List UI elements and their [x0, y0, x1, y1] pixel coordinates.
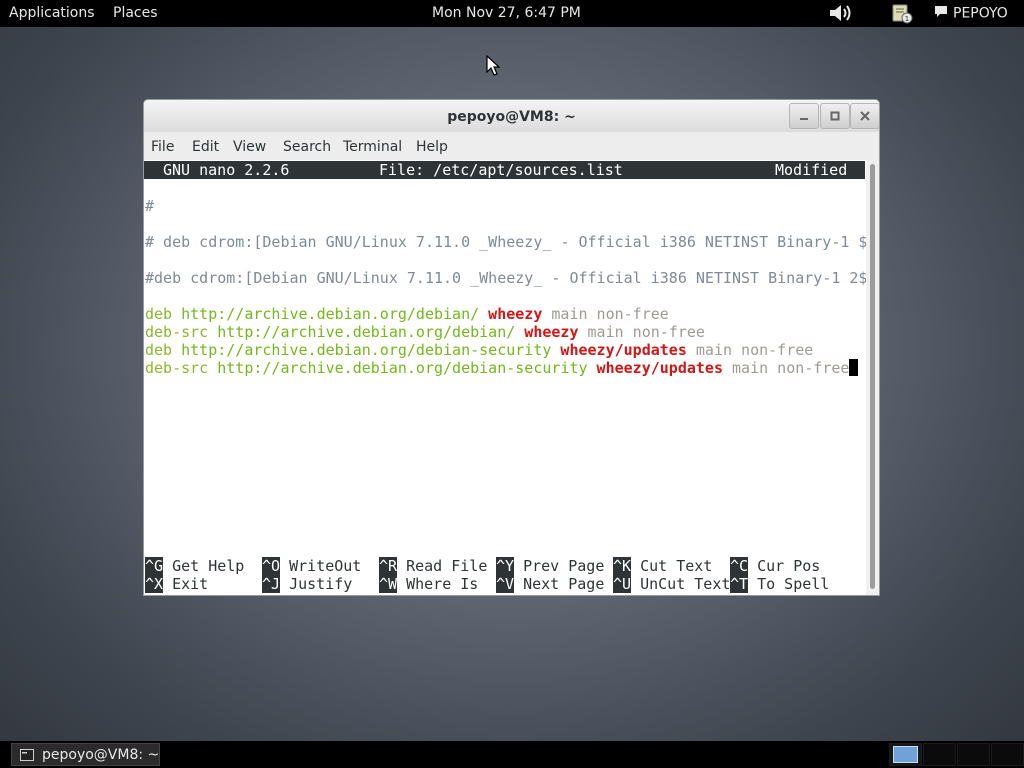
applications-menu[interactable]: Applications — [9, 5, 95, 21]
terminal-icon — [20, 749, 34, 765]
workspace-window-preview — [893, 746, 918, 763]
source-dist: wheezy/updates — [560, 341, 687, 359]
notification-icon[interactable]: 1 — [891, 4, 913, 24]
nano-version: GNU nano 2.2.6 — [163, 161, 290, 179]
workspace-3[interactable] — [957, 743, 990, 766]
text-cursor — [849, 359, 859, 376]
comment-line: # deb cdrom:[Debian GNU/Linux 7.11.0 _Wh… — [145, 233, 868, 251]
workspace-4[interactable] — [991, 743, 1024, 766]
chat-icon — [934, 5, 948, 22]
minimize-button[interactable] — [789, 103, 819, 129]
source-type: deb-src — [145, 323, 209, 341]
source-components: main non-free — [695, 341, 814, 359]
nano-status: Modified — [775, 161, 848, 179]
workspace-2[interactable] — [923, 743, 956, 766]
shortcut-justify[interactable]: ^J Justify — [262, 575, 352, 593]
source-dist: wheezy — [488, 305, 543, 323]
clock[interactable]: Mon Nov 27, 6:47 PM — [432, 5, 581, 21]
source-line: deb http://archive.debian.org/debian/ wh… — [145, 305, 669, 323]
source-dist: wheezy — [524, 323, 579, 341]
shortcut-cur-pos[interactable]: ^C Cur Pos — [730, 557, 820, 575]
scrollbar[interactable] — [866, 160, 879, 595]
user-name: PEPOYO — [953, 5, 1008, 22]
comment-line: # — [145, 197, 155, 215]
source-url: http://archive.debian.org/debian-securit… — [181, 341, 552, 359]
window-title: pepoyo@VM8: ~ — [447, 109, 576, 125]
source-line: deb-src http://archive.debian.org/debian… — [145, 359, 859, 377]
maximize-button[interactable] — [820, 103, 850, 129]
user-menu[interactable]: PEPOYO — [934, 5, 1008, 22]
source-line: deb http://archive.debian.org/debian-sec… — [145, 341, 813, 359]
mouse-pointer-icon — [486, 54, 501, 81]
bottom-panel: pepoyo@VM8: ~ — [0, 741, 1024, 768]
source-url: http://archive.debian.org/debian-securit… — [217, 359, 588, 377]
nano-file: File: /etc/apt/sources.list — [379, 161, 623, 179]
nano-header: GNU nano 2.2.6 File: /etc/apt/sources.li… — [144, 161, 865, 179]
menu-edit[interactable]: Edit — [192, 139, 219, 155]
shortcut-next-page[interactable]: ^V Next Page — [496, 575, 604, 593]
comment-line: #deb cdrom:[Debian GNU/Linux 7.11.0 _Whe… — [145, 269, 868, 287]
workspace-1[interactable] — [889, 743, 922, 766]
source-components: main non-free — [551, 305, 669, 323]
menu-search[interactable]: Search — [283, 139, 331, 155]
shortcut-exit[interactable]: ^X Exit — [145, 575, 208, 593]
terminal-window[interactable]: pepoyo@VM8: ~ File Edit View Search Term… — [143, 99, 880, 596]
shortcut-prev-page[interactable]: ^Y Prev Page — [496, 557, 604, 575]
shortcut-writeout[interactable]: ^O WriteOut — [262, 557, 361, 575]
source-line: deb-src http://archive.debian.org/debian… — [145, 323, 705, 341]
source-type: deb — [145, 305, 173, 323]
shortcut-uncut-text[interactable]: ^U UnCut Text — [613, 575, 730, 593]
shortcut-get-help[interactable]: ^G Get Help — [145, 557, 244, 575]
menu-view[interactable]: View — [233, 139, 266, 155]
source-dist: wheezy/updates — [596, 359, 723, 377]
shortcut-to-spell[interactable]: ^T To Spell — [730, 575, 829, 593]
taskbar-label: pepoyo@VM8: ~ — [42, 747, 160, 763]
source-url: http://archive.debian.org/debian/ — [181, 305, 480, 323]
menu-terminal[interactable]: Terminal — [343, 139, 402, 155]
places-menu[interactable]: Places — [113, 5, 158, 21]
svg-text:1: 1 — [905, 15, 909, 23]
menu-help[interactable]: Help — [416, 139, 448, 155]
top-panel: Applications Places Mon Nov 27, 6:47 PM … — [0, 0, 1024, 27]
source-type: deb — [145, 341, 173, 359]
source-url: http://archive.debian.org/debian/ — [217, 323, 516, 341]
shortcut-cut-text[interactable]: ^K Cut Text — [613, 557, 712, 575]
source-components: main non-free — [732, 359, 850, 377]
menu-file[interactable]: File — [151, 139, 174, 155]
source-components: main non-free — [587, 323, 705, 341]
close-button[interactable] — [850, 103, 879, 129]
source-type: deb-src — [145, 359, 209, 377]
terminal-area[interactable]: GNU nano 2.2.6 File: /etc/apt/sources.li… — [144, 160, 868, 595]
shortcut-where-is[interactable]: ^W Where Is — [379, 575, 478, 593]
window-titlebar[interactable]: pepoyo@VM8: ~ — [144, 100, 879, 132]
taskbar-terminal-button[interactable]: pepoyo@VM8: ~ — [11, 743, 160, 766]
scrollbar-thumb[interactable] — [870, 164, 875, 589]
shortcut-read-file[interactable]: ^R Read File — [379, 557, 487, 575]
menu-bar: File Edit View Search Terminal Help — [144, 132, 879, 160]
volume-icon[interactable] — [828, 3, 854, 23]
